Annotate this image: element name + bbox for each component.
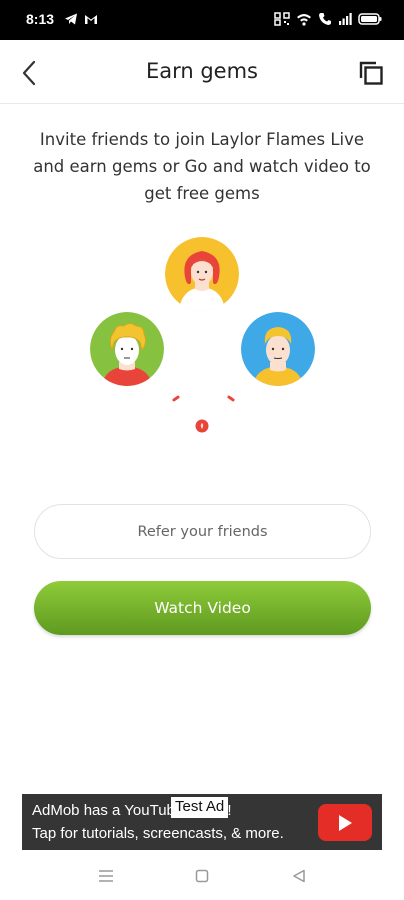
qr-icon xyxy=(274,12,290,26)
copy-icon xyxy=(359,61,383,85)
loader-dash xyxy=(226,394,236,403)
telegram-icon xyxy=(65,13,77,25)
avatar-woman-red-hair xyxy=(165,237,239,311)
refer-friends-button[interactable]: Refer your friends xyxy=(34,504,371,559)
call-icon xyxy=(319,13,331,25)
ad-subtext: Tap for tutorials, screencasts, & more. xyxy=(32,825,284,842)
intro-text: Invite friends to join Laylor Flames Liv… xyxy=(33,130,371,203)
loading-spinner-icon xyxy=(195,418,209,433)
status-bar: 8:13 xyxy=(0,0,404,40)
avatar-man-curly-hair xyxy=(90,312,164,386)
test-ad-badge: Test Ad xyxy=(171,797,229,818)
system-nav-bar xyxy=(0,850,404,900)
avatar-man-blonde-hair xyxy=(241,312,315,386)
gmail-icon xyxy=(85,15,97,24)
square-home-icon xyxy=(195,869,209,883)
signal-icon xyxy=(339,13,352,25)
battery-icon xyxy=(358,13,382,25)
app-bar: Earn gems xyxy=(0,40,404,104)
copy-button[interactable] xyxy=(356,58,386,88)
triangle-back-icon xyxy=(293,869,305,883)
wifi-icon xyxy=(297,14,311,26)
status-left-icons xyxy=(64,12,98,26)
loader-dash xyxy=(171,394,181,403)
status-right-icons xyxy=(274,12,382,26)
watch-video-button[interactable]: Watch Video xyxy=(34,581,371,635)
back-nav-button[interactable] xyxy=(288,866,310,886)
page-title: Earn gems xyxy=(145,59,259,83)
home-nav-button[interactable] xyxy=(191,866,213,886)
status-time: 8:13 xyxy=(26,11,55,27)
hamburger-icon xyxy=(99,870,113,882)
menu-nav-button[interactable] xyxy=(95,866,117,886)
youtube-play-icon[interactable] xyxy=(318,804,372,841)
